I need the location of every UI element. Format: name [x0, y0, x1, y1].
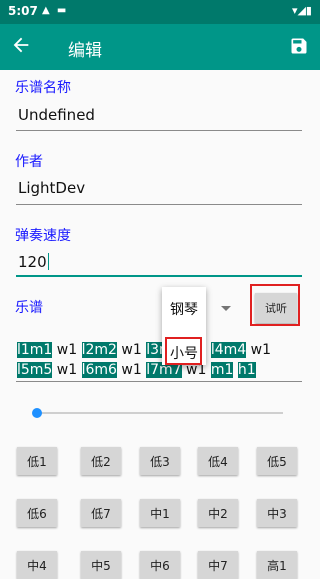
- note-token-highlighted: l6: [81, 362, 95, 378]
- system-icons: ▾◢▮: [291, 4, 312, 17]
- name-underline: [16, 130, 302, 131]
- key-button[interactable]: 低2: [81, 447, 121, 475]
- note-token: w1: [52, 362, 82, 378]
- note-token-highlighted: l2: [81, 342, 95, 358]
- key-button[interactable]: 低5: [257, 447, 297, 475]
- note-token-highlighted: m2: [94, 342, 117, 358]
- status-bar: 5:07 ▲ ▬ ▾◢▮: [0, 0, 320, 24]
- score-label: 乐谱: [15, 300, 43, 316]
- score-line-1: l1m1 w1 l2m2 w1 l3m3 w1 l4m4 w1: [17, 340, 303, 360]
- note-token-highlighted: m5: [29, 362, 53, 378]
- dropdown-arrow-icon[interactable]: [221, 306, 231, 311]
- key-button[interactable]: 低6: [17, 499, 57, 527]
- author-label: 作者: [15, 154, 43, 170]
- back-arrow-icon[interactable]: [10, 34, 32, 56]
- key-button[interactable]: 中2: [198, 499, 238, 527]
- note-token-highlighted: l7: [146, 362, 160, 378]
- key-button[interactable]: 中3: [257, 499, 297, 527]
- key-button[interactable]: 低3: [140, 447, 180, 475]
- score-input[interactable]: l1m1 w1 l2m2 w1 l3m3 w1 l4m4 w1 l5m5 w1 …: [17, 340, 303, 380]
- score-underline: [16, 381, 302, 382]
- author-underline: [16, 204, 302, 205]
- note-token-highlighted: l3: [146, 342, 160, 358]
- status-time: 5:07: [8, 4, 38, 18]
- note-token: w1: [116, 342, 147, 358]
- key-button[interactable]: 低4: [198, 447, 238, 475]
- name-label: 乐谱名称: [15, 80, 71, 96]
- slider-track[interactable]: [37, 412, 283, 414]
- key-button[interactable]: 低7: [81, 499, 121, 527]
- tempo-input[interactable]: 120: [18, 253, 49, 271]
- instrument-option-piano[interactable]: 钢琴: [170, 299, 198, 319]
- note-token-highlighted: m6: [94, 362, 117, 378]
- key-button[interactable]: 中7: [198, 551, 238, 579]
- key-button[interactable]: 中1: [140, 499, 180, 527]
- key-button[interactable]: 中4: [17, 551, 57, 579]
- trumpet-option-highlight: [165, 337, 202, 365]
- listen-button-highlight: [250, 284, 300, 326]
- note-token-highlighted: l1: [17, 342, 30, 358]
- key-button[interactable]: 中6: [140, 551, 180, 579]
- app-bar: 编辑: [0, 24, 320, 70]
- note-token: w1: [52, 342, 82, 358]
- note-token-highlighted: m1: [210, 362, 234, 378]
- name-input[interactable]: Undefined: [18, 106, 95, 124]
- note-token-highlighted: h1: [237, 362, 256, 378]
- tempo-label: 弹奏速度: [15, 228, 71, 244]
- note-token-highlighted: m1: [29, 342, 53, 358]
- key-button[interactable]: 低1: [17, 447, 57, 475]
- note-token: w1: [116, 362, 147, 378]
- save-icon[interactable]: [289, 36, 309, 56]
- key-button[interactable]: 中5: [81, 551, 121, 579]
- slider-thumb[interactable]: [32, 408, 42, 418]
- score-line-2: l5m5 w1 l6m6 w1 l7m7 w1 m1 h1: [17, 360, 303, 380]
- note-token-highlighted: m4: [223, 342, 247, 358]
- tempo-underline: [16, 275, 302, 277]
- key-button[interactable]: 高1: [257, 551, 297, 579]
- tempo-value: 120: [18, 253, 47, 271]
- note-token-highlighted: l4: [210, 342, 224, 358]
- page-title: 编辑: [68, 41, 102, 61]
- notification-icons: ▲ ▬: [42, 5, 69, 16]
- text-caret: [47, 253, 49, 270]
- note-token: w1: [246, 342, 271, 358]
- author-input[interactable]: LightDev: [18, 179, 85, 197]
- note-token-highlighted: l5: [17, 362, 30, 378]
